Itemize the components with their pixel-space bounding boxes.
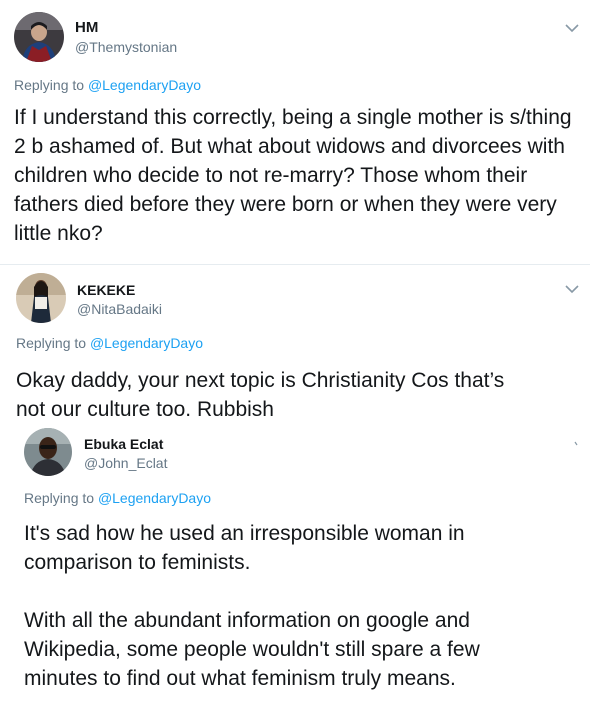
avatar[interactable] xyxy=(14,12,64,62)
replying-to: Replying to @LegendaryDayo xyxy=(24,490,211,506)
tweet-text-paragraph: It's sad how he used an irresponsible wo… xyxy=(24,522,465,574)
replying-to: Replying to @LegendaryDayo xyxy=(14,77,201,93)
avatar-image xyxy=(24,428,72,476)
replying-prefix: Replying to xyxy=(24,490,95,506)
tweet-hm[interactable]: HM @Themystonian Replying to @LegendaryD… xyxy=(0,0,590,264)
replying-prefix: Replying to xyxy=(16,335,87,351)
display-name[interactable]: KEKEKE xyxy=(77,282,135,298)
chevron-down-icon[interactable] xyxy=(574,434,580,446)
tweet-text-paragraph: Okay daddy, your next topic is Christian… xyxy=(16,369,505,421)
chevron-down-icon[interactable] xyxy=(564,21,580,33)
tweet-text-paragraph: With all the abundant information on goo… xyxy=(24,609,480,690)
user-handle[interactable]: @NitaBadaiki xyxy=(77,301,162,317)
tweet-text: If I understand this correctly, being a … xyxy=(14,103,574,248)
replying-to-link[interactable]: @LegendaryDayo xyxy=(88,77,201,93)
display-name[interactable]: Ebuka Eclat xyxy=(84,436,163,452)
avatar[interactable] xyxy=(24,428,72,476)
avatar[interactable] xyxy=(16,273,66,323)
tweet-ebuka[interactable]: Ebuka Eclat @John_Eclat Replying to @Leg… xyxy=(8,424,590,708)
replying-prefix: Replying to xyxy=(14,77,85,93)
user-handle[interactable]: @John_Eclat xyxy=(84,455,167,471)
tweet-text: It's sad how he used an irresponsible wo… xyxy=(24,519,524,693)
tweet-text: Okay daddy, your next topic is Christian… xyxy=(16,366,536,424)
user-handle[interactable]: @Themystonian xyxy=(75,39,177,55)
display-name[interactable]: HM xyxy=(75,19,98,36)
avatar-image xyxy=(16,273,66,323)
tweet-kekeke[interactable]: KEKEKE @NitaBadaiki Replying to @Legenda… xyxy=(0,264,590,429)
tweet-text-paragraph: If I understand this correctly, being a … xyxy=(14,106,572,245)
replying-to: Replying to @LegendaryDayo xyxy=(16,335,203,351)
replying-to-link[interactable]: @LegendaryDayo xyxy=(90,335,203,351)
avatar-image xyxy=(14,12,64,62)
chevron-down-icon[interactable] xyxy=(564,282,580,294)
replying-to-link[interactable]: @LegendaryDayo xyxy=(98,490,211,506)
